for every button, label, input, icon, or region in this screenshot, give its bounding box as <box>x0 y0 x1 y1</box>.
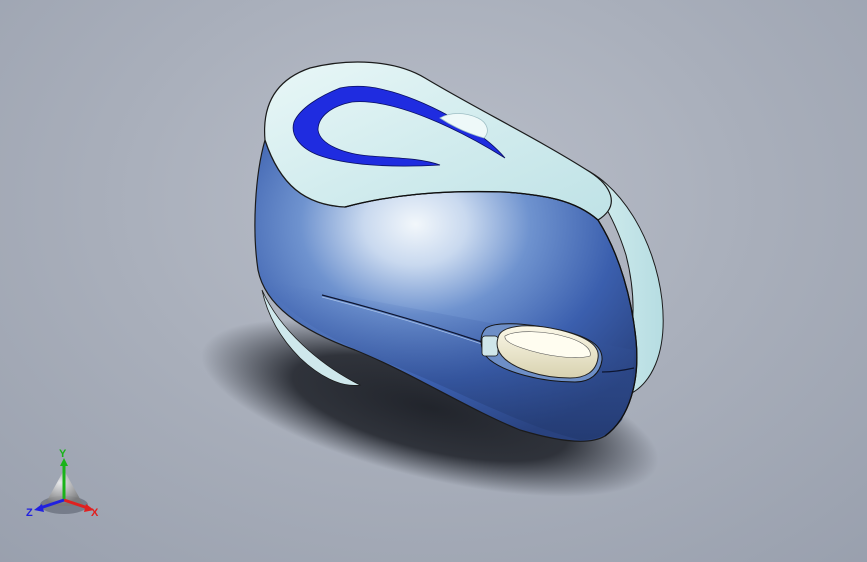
mouse-model[interactable] <box>0 0 867 562</box>
wheel-slot-left <box>481 335 499 357</box>
x-axis-label: X <box>91 507 99 519</box>
y-axis-label: Y <box>59 448 67 460</box>
z-axis-label: Z <box>26 507 33 519</box>
axis-triad[interactable]: Y X Z <box>22 448 108 524</box>
3d-viewport[interactable]: Y X Z <box>0 0 867 562</box>
